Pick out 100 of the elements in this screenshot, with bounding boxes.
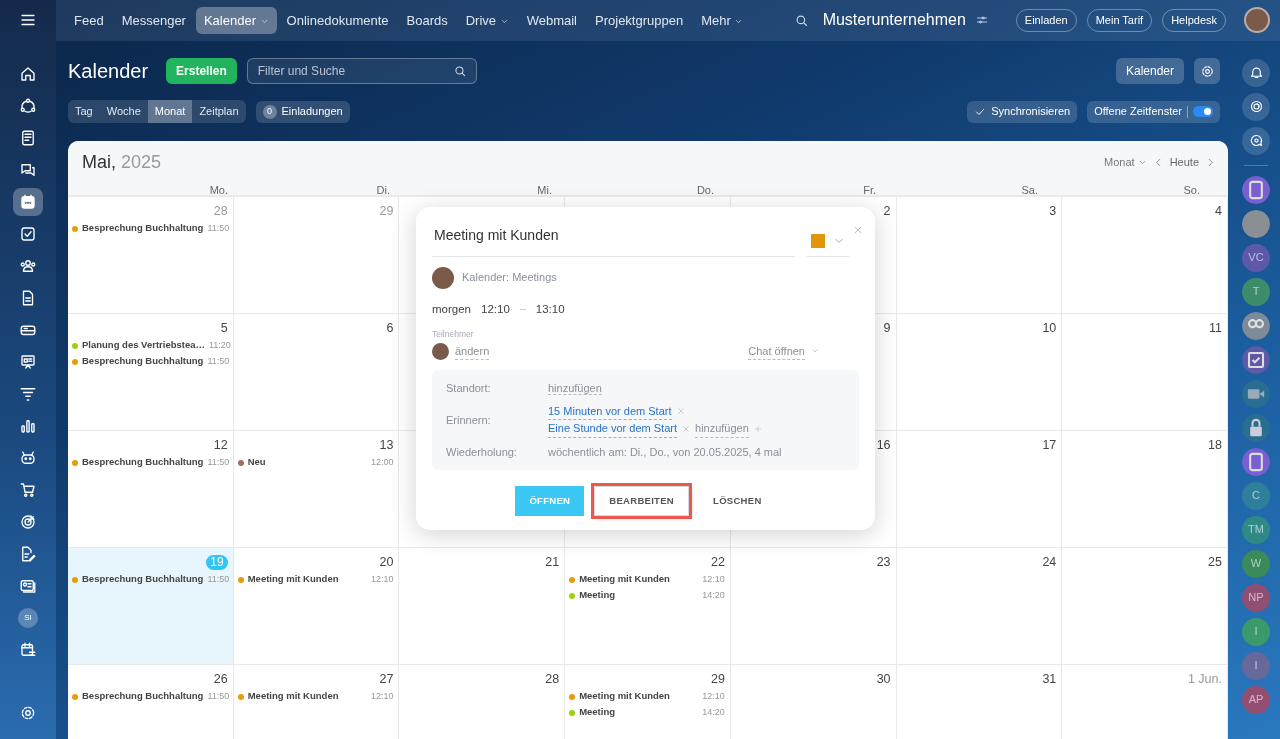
day-number[interactable]: 22: [710, 554, 725, 569]
day-number[interactable]: 11: [1209, 320, 1222, 335]
event-title[interactable]: Besprechung Buchhaltung: [82, 689, 204, 704]
event-title[interactable]: Planung des Vertriebstea…: [82, 338, 205, 353]
field-label: Standort:: [446, 381, 492, 397]
page-title: Kalender: [68, 58, 149, 84]
view-tab[interactable]: Woche: [99, 100, 148, 123]
day-number[interactable]: 23: [876, 554, 891, 569]
reminder-link[interactable]: 15 Minuten vor dem Start: [548, 402, 672, 421]
nav-tab[interactable]: Messenger: [113, 6, 194, 34]
calendar-list-icon: [19, 641, 37, 659]
day-number[interactable]: 6: [386, 320, 394, 335]
contact-book-avatar[interactable]: [1242, 447, 1270, 476]
link-action-button[interactable]: LÖSCHEN: [699, 486, 776, 517]
nav-tab[interactable]: Feed: [66, 6, 112, 34]
reminder-link[interactable]: Eine Stunde vor dem Start: [548, 420, 677, 438]
weekday-label: Fr.: [863, 183, 876, 196]
day-number[interactable]: 2: [883, 203, 891, 218]
day-number[interactable]: 31: [1042, 671, 1057, 686]
presentation-icon: [19, 353, 37, 371]
sidebar-item[interactable]: SI: [13, 604, 43, 632]
day-number[interactable]: 12: [213, 437, 228, 452]
day-number[interactable]: 13: [379, 437, 394, 452]
sync-button[interactable]: Synchronisieren: [967, 100, 1078, 123]
day-number[interactable]: 20: [379, 554, 394, 569]
search-icon[interactable]: [452, 63, 467, 78]
event-title[interactable]: Besprechung Buchhaltung: [82, 221, 204, 236]
nav-tab[interactable]: Boards: [398, 6, 456, 34]
event-time: 12:00: [370, 455, 394, 469]
day-number[interactable]: 24: [1042, 554, 1057, 569]
view-tab[interactable]: Tag: [68, 100, 100, 123]
day-number[interactable]: 3: [1049, 203, 1057, 218]
sidebar-item[interactable]: [13, 188, 43, 216]
day-number[interactable]: 27: [379, 671, 394, 686]
event-title[interactable]: Meeting mit Kunden: [579, 572, 699, 587]
event-title[interactable]: Meeting mit Kunden: [579, 689, 699, 704]
filter-icon[interactable]: [975, 14, 988, 27]
day-number[interactable]: 10: [1042, 320, 1057, 335]
event-time: 12:10: [370, 689, 394, 703]
day-number[interactable]: 26: [213, 671, 228, 686]
bar-chart-icon: [19, 417, 37, 435]
video-avatar[interactable]: [1242, 379, 1270, 408]
weekday-label: Mi.: [537, 183, 552, 196]
view-tab[interactable]: Monat: [147, 100, 193, 123]
day-number[interactable]: 29: [710, 671, 725, 686]
cart-icon: [19, 481, 37, 499]
end-time: 13:10: [535, 301, 565, 317]
day-number[interactable]: 4: [1215, 203, 1222, 218]
event-time: 11:50: [207, 221, 230, 235]
event-title[interactable]: Meeting: [579, 705, 699, 720]
view-tab[interactable]: Zeitplan: [192, 100, 246, 123]
day-number[interactable]: 17: [1042, 437, 1057, 452]
today-button[interactable]: Heute: [1163, 152, 1205, 172]
day-number[interactable]: 28: [545, 671, 560, 686]
contact-book-avatar[interactable]: [1242, 175, 1270, 204]
bell-button[interactable]: [1242, 58, 1270, 87]
repeat-value: wöchentlich am: Di., Do., von 20.05.2025, 4 mal: [548, 444, 783, 460]
event-time: 12:10: [702, 689, 725, 703]
event-time: 12:10: [370, 572, 394, 586]
field-label: Wiederholung:: [446, 444, 518, 460]
nav-tab[interactable]: Projektgruppen: [587, 6, 692, 34]
nav-tab[interactable]: Drive: [457, 6, 517, 34]
weekday-label: Mo.: [209, 183, 228, 196]
event-title[interactable]: Meeting: [579, 588, 699, 603]
event-title[interactable]: Besprechung Buchhaltung: [82, 354, 204, 369]
nav-tab[interactable]: Kalender: [195, 6, 277, 34]
nav-tab[interactable]: Webmail: [518, 6, 585, 34]
day-number[interactable]: 9: [883, 320, 891, 335]
calendar-name: Kalender: Meetings: [462, 270, 557, 286]
day-number[interactable]: 5: [220, 320, 228, 335]
event-title[interactable]: Neu: [247, 455, 367, 470]
secondary-action-button[interactable]: BEARBEITEN: [594, 486, 690, 517]
open-slots-label: Offene Zeitfenster: [1094, 104, 1182, 120]
day-number[interactable]: 25: [1208, 554, 1222, 569]
spiral-button[interactable]: [1242, 92, 1270, 121]
event-title-field[interactable]: Meeting mit Kunden: [432, 216, 795, 257]
day-number[interactable]: 30: [876, 671, 891, 686]
participants-label: Teilnehmer: [432, 327, 475, 341]
event-title[interactable]: Besprechung Buchhaltung: [82, 455, 204, 470]
event-title[interactable]: Meeting mit Kunden: [247, 572, 367, 587]
nav-tab[interactable]: Mehr: [693, 6, 752, 34]
calendar-icon: [19, 193, 37, 211]
user-avatar[interactable]: [1244, 7, 1270, 34]
view-select[interactable]: Monat: [1098, 152, 1153, 172]
nav-tab[interactable]: Onlinedokumente: [278, 6, 397, 34]
calendar-button[interactable]: Kalender: [1115, 57, 1184, 84]
toggle-switch[interactable]: [1193, 106, 1213, 118]
funnel-icon: [19, 385, 37, 403]
day-number[interactable]: 18: [1208, 437, 1222, 452]
nodes-icon: [19, 97, 37, 115]
event-title[interactable]: Meeting mit Kunden: [247, 689, 367, 704]
invitations-button[interactable]: 0 Einladungen: [255, 100, 350, 123]
settings-button[interactable]: [1194, 57, 1220, 84]
day-number[interactable]: 21: [545, 554, 560, 569]
checkbox-avatar[interactable]: [1242, 345, 1270, 374]
chat-search-button[interactable]: [1242, 126, 1270, 155]
group-avatar[interactable]: [1242, 311, 1270, 340]
event-title[interactable]: Besprechung Buchhaltung: [82, 572, 204, 587]
lock-avatar[interactable]: [1242, 413, 1270, 442]
day-number[interactable]: 16: [876, 437, 891, 452]
